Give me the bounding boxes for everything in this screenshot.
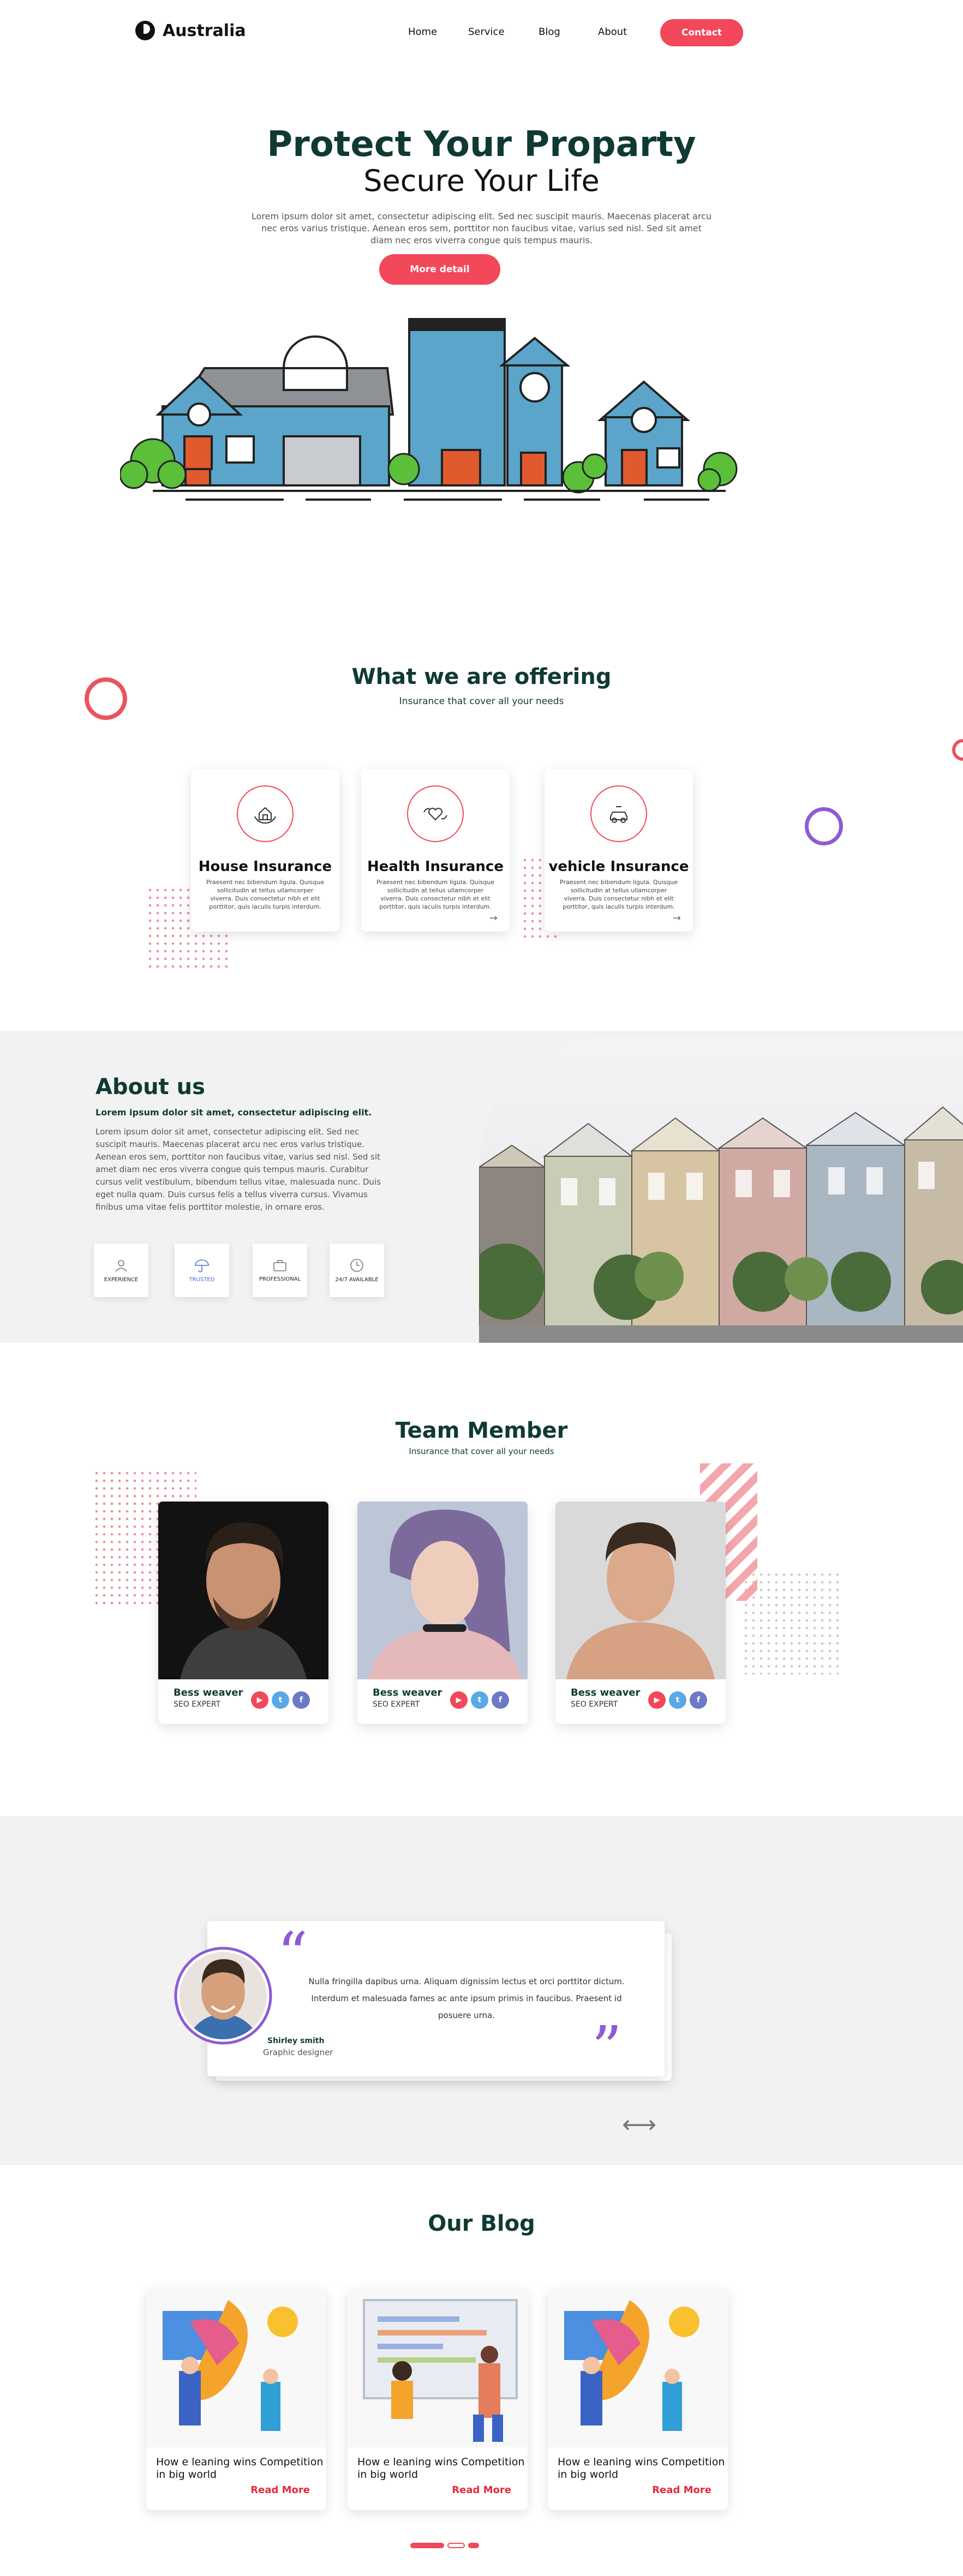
more-detail-button[interactable]: More detail [379, 254, 500, 285]
heart-hands-icon [407, 785, 464, 842]
testimonial-role: Graphic designer [263, 2047, 333, 2057]
read-more-link[interactable]: Read More [452, 2484, 511, 2496]
member-name: Bess weaver [373, 1687, 442, 1698]
car-icon [590, 785, 647, 842]
badge-trusted: TRUSTED [175, 1244, 229, 1297]
arrow-right-icon[interactable]: → [489, 912, 498, 924]
team-member-card[interactable]: Bess weaver SEO EXPERT ▶ t f [357, 1502, 528, 1724]
umbrella-icon [195, 1259, 209, 1272]
blog-card[interactable]: How e leaning wins Competition in big wo… [146, 2289, 326, 2510]
offer-title: Health Insurance [367, 858, 504, 875]
youtube-icon[interactable]: ▶ [251, 1691, 268, 1709]
member-name: Bess weaver [571, 1687, 641, 1698]
about-title: About us [95, 1074, 205, 1100]
pager-dot[interactable] [468, 2543, 479, 2548]
badge-label: PROFESSIONAL [259, 1276, 301, 1282]
twitter-icon[interactable]: t [669, 1691, 686, 1709]
houses-illustration [120, 318, 738, 501]
arrow-right-icon[interactable]: → [673, 912, 681, 924]
badge-available: 24/7 AVAILABLE [330, 1244, 384, 1297]
house-hands-icon [237, 785, 294, 842]
decor-ring-red [85, 677, 127, 720]
offer-card-vehicle[interactable]: vehicle Insurance Praesent nec bibendum … [545, 769, 693, 932]
logo-mark-icon [135, 21, 155, 40]
decor-ring-purple [805, 807, 843, 845]
clock-24-icon [350, 1258, 363, 1272]
pager-dot-active[interactable] [410, 2543, 444, 2548]
user-icon [115, 1259, 127, 1272]
team-title: Team Member [395, 1418, 568, 1443]
facebook-icon[interactable]: f [492, 1691, 509, 1709]
offer-title: House Insurance [198, 858, 332, 875]
badge-professional: PROFESSIONAL [253, 1244, 307, 1297]
youtube-icon[interactable]: ▶ [648, 1691, 666, 1709]
hero-subtitle: Secure Your Life [363, 164, 600, 198]
blog-image [348, 2289, 528, 2447]
briefcase-icon [273, 1259, 286, 1271]
about-lead: Lorem ipsum dolor sit amet, consectetur … [95, 1107, 372, 1118]
nav-service[interactable]: Service [468, 26, 505, 38]
blog-image [146, 2289, 326, 2447]
twitter-icon[interactable]: t [471, 1691, 488, 1709]
team-subtitle: Insurance that cover all your needs [409, 1446, 554, 1456]
badge-label: 24/7 AVAILABLE [335, 1276, 379, 1283]
blog-post-title: How e leaning wins Competition in big wo… [156, 2456, 324, 2481]
decor-ring-edge [952, 739, 963, 761]
youtube-icon[interactable]: ▶ [450, 1691, 468, 1709]
pager-dot[interactable] [447, 2543, 465, 2548]
member-photo [357, 1502, 528, 1679]
brand-logo[interactable]: Australia [135, 21, 246, 40]
offer-text: Praesent nec bibendum ligula. Quisque so… [376, 879, 494, 910]
member-name: Bess weaver [174, 1687, 243, 1698]
facebook-icon[interactable]: f [690, 1691, 707, 1709]
blog-title: Our Blog [428, 2211, 535, 2236]
member-photo [158, 1502, 328, 1679]
brand-name: Australia [163, 21, 246, 40]
twitter-icon[interactable]: t [272, 1691, 289, 1709]
member-photo [555, 1502, 726, 1679]
testimonial-name: Shirley smith [267, 2037, 325, 2045]
offering-subtitle: Insurance that cover all your needs [399, 696, 564, 707]
member-role: SEO EXPERT [174, 1700, 221, 1709]
read-more-link[interactable]: Read More [250, 2484, 310, 2496]
quote-open-icon: “ [277, 1919, 308, 1989]
about-houses-photo [479, 1036, 963, 1343]
blog-card[interactable]: How e leaning wins Competition in big wo… [348, 2289, 528, 2510]
hero-title: Protect Your Proparty [267, 124, 696, 165]
badge-label: TRUSTED [189, 1276, 215, 1283]
team-member-card[interactable]: Bess weaver SEO EXPERT ▶ t f [158, 1502, 328, 1724]
about-text: Lorem ipsum dolor sit amet, consectetur … [95, 1127, 381, 1212]
offer-card-house[interactable]: House Insurance Praesent nec bibendum li… [191, 769, 339, 932]
offer-text: Praesent nec bibendum ligula. Quisque so… [560, 879, 678, 910]
read-more-link[interactable]: Read More [652, 2484, 711, 2496]
team-member-card[interactable]: Bess weaver SEO EXPERT ▶ t f [555, 1502, 726, 1724]
offer-title: vehicle Insurance [548, 858, 689, 875]
nav-home[interactable]: Home [408, 26, 437, 38]
slider-arrows-icon[interactable]: ⟷ [622, 2111, 656, 2139]
quote-close-icon: ” [591, 2013, 623, 2083]
badge-experience: EXPERIENCE [94, 1244, 148, 1297]
testimonial-text: Nulla fringilla dapibus urna. Aliquam di… [308, 1977, 625, 2020]
contact-button[interactable]: Contact [660, 19, 743, 46]
nav-about[interactable]: About [598, 26, 627, 38]
testimonial-avatar [174, 1947, 272, 2045]
testimonial-card: “ Nulla fringilla dapibus urna. Aliquam … [207, 1919, 665, 2083]
badge-label: EXPERIENCE [104, 1276, 139, 1283]
nav-blog[interactable]: Blog [539, 26, 560, 38]
offering-title: What we are offering [351, 664, 612, 689]
blog-post-title: How e leaning wins Competition in big wo… [357, 2456, 525, 2481]
facebook-icon[interactable]: f [292, 1691, 310, 1709]
blog-image [548, 2289, 728, 2447]
blog-card[interactable]: How e leaning wins Competition in big wo… [548, 2289, 728, 2510]
offer-card-health[interactable]: Health Insurance Praesent nec bibendum l… [361, 769, 510, 932]
member-role: SEO EXPERT [571, 1700, 618, 1709]
offer-text: Praesent nec bibendum ligula. Quisque so… [206, 879, 324, 910]
blog-post-title: How e leaning wins Competition in big wo… [558, 2456, 725, 2481]
member-role: SEO EXPERT [373, 1700, 420, 1709]
hero-text: Lorem ipsum dolor sit amet, consectetur … [251, 211, 712, 245]
